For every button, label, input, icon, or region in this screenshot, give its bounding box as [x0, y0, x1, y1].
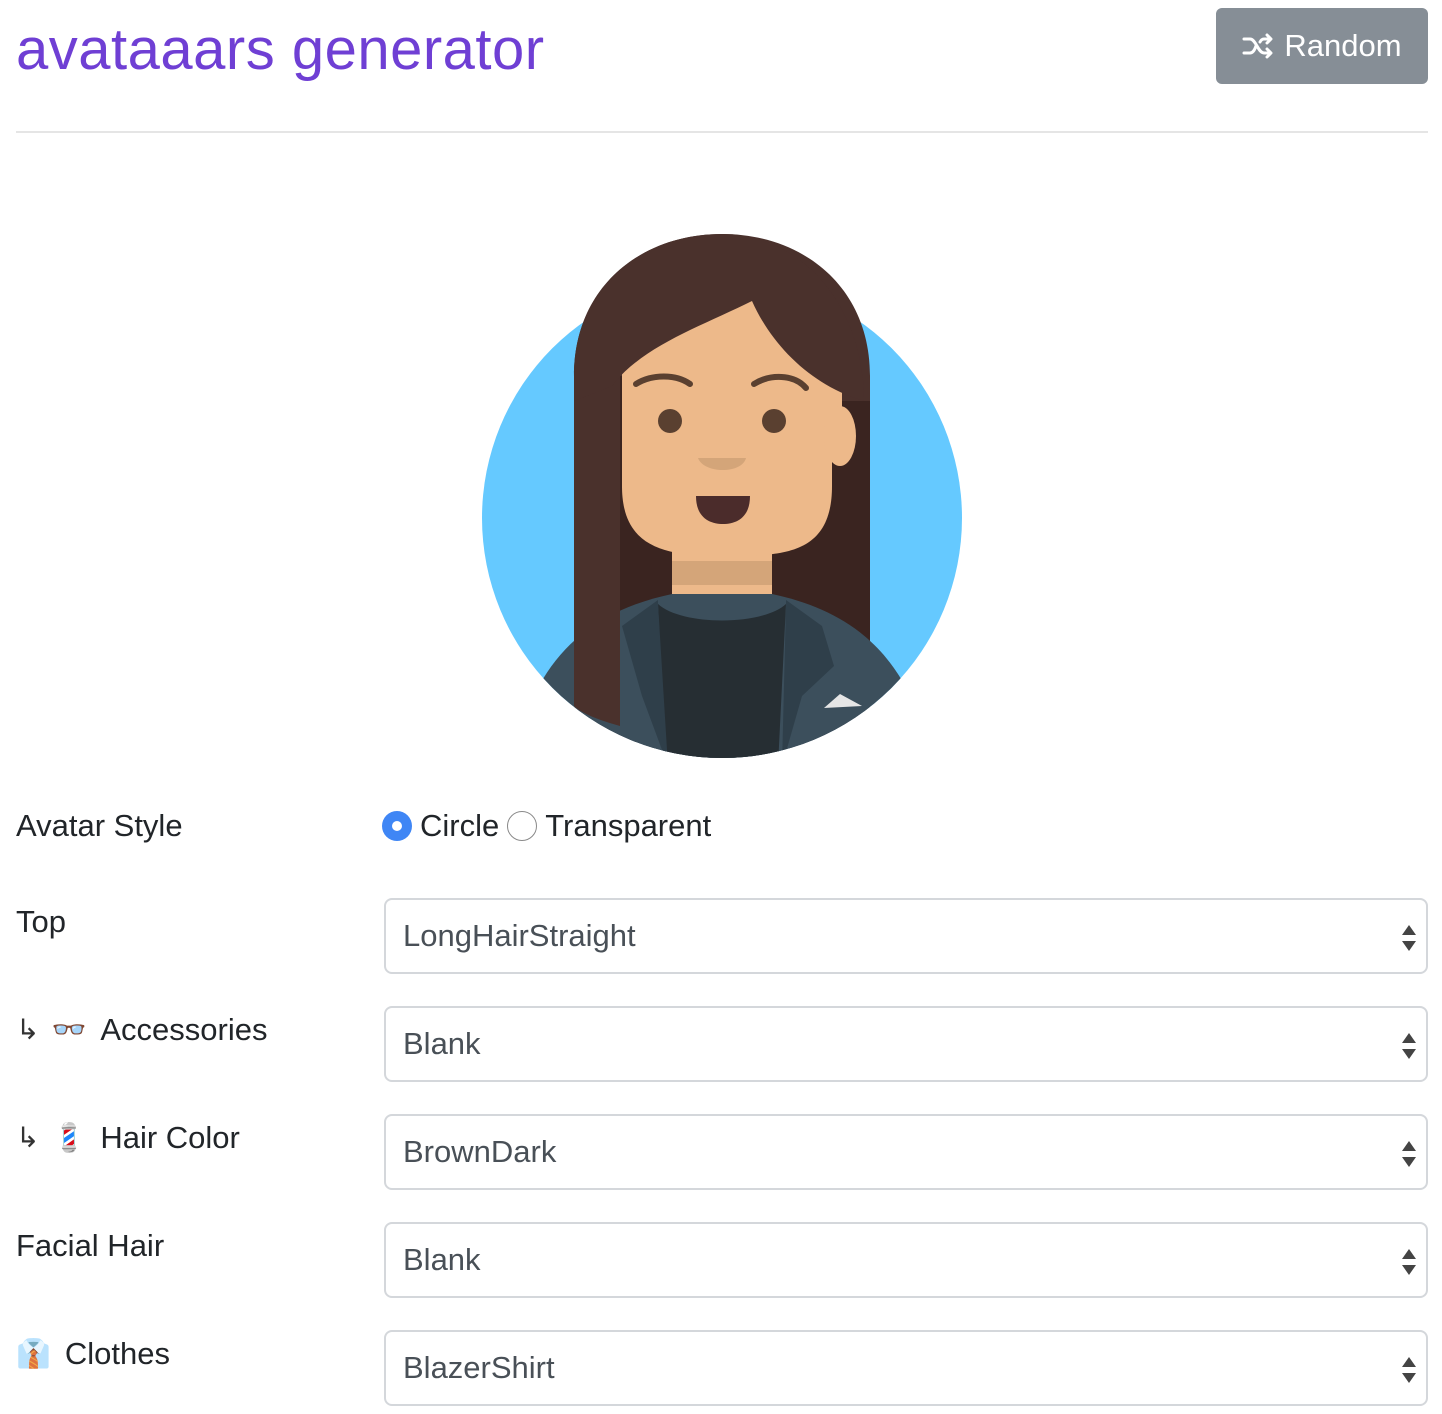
header: avataaars generator Random — [0, 0, 1442, 133]
chevron-updown-icon — [1402, 1141, 1416, 1167]
top-label: Top — [16, 904, 66, 939]
clothes-select[interactable]: BlazerShirt — [384, 1330, 1428, 1406]
accessories-label: ↳ 👓 Accessories — [16, 1010, 267, 1050]
top-select[interactable]: LongHairStraight — [384, 898, 1428, 974]
radio-circle[interactable] — [382, 811, 412, 841]
shirt-tie-icon: 👔 — [16, 1338, 51, 1369]
shuffle-icon — [1242, 33, 1273, 59]
avatar-image — [482, 234, 962, 758]
hair-color-select[interactable]: BrownDark — [384, 1114, 1428, 1190]
clothes-label: 👔 Clothes — [16, 1334, 170, 1374]
top-select-value: LongHairStraight — [403, 918, 636, 953]
sub-arrow-icon: ↳ — [16, 1014, 40, 1045]
radio-circle-label[interactable]: Circle — [420, 808, 499, 844]
radio-transparent[interactable] — [507, 811, 538, 841]
accessories-select[interactable]: Blank — [384, 1006, 1428, 1082]
facial-hair-select-value: Blank — [403, 1242, 481, 1277]
radio-transparent-label[interactable]: Transparent — [545, 808, 711, 844]
sub-arrow-icon: ↳ — [16, 1122, 40, 1153]
random-button-label: Random — [1284, 28, 1402, 63]
barber-pole-icon: 💈 — [51, 1122, 87, 1153]
facial-hair-select[interactable]: Blank — [384, 1222, 1428, 1298]
chevron-updown-icon — [1402, 1249, 1416, 1275]
page-title: avataaars generator — [16, 17, 545, 82]
hair-color-select-value: BrownDark — [403, 1134, 557, 1169]
avatar-style-radio-group: Circle Transparent — [382, 808, 719, 844]
chevron-updown-icon — [1402, 1033, 1416, 1059]
accessories-select-value: Blank — [403, 1026, 481, 1061]
chevron-updown-icon — [1402, 925, 1416, 951]
hair-color-label: ↳ 💈 Hair Color — [16, 1118, 240, 1158]
chevron-updown-icon — [1402, 1357, 1416, 1383]
clothes-select-value: BlazerShirt — [403, 1350, 555, 1385]
facial-hair-label: Facial Hair — [16, 1228, 165, 1263]
avatar-preview — [472, 226, 972, 766]
glasses-icon: 👓 — [51, 1014, 87, 1045]
divider — [16, 131, 1428, 133]
random-button[interactable]: Random — [1216, 8, 1428, 84]
avatar-style-label: Avatar Style — [16, 808, 183, 843]
